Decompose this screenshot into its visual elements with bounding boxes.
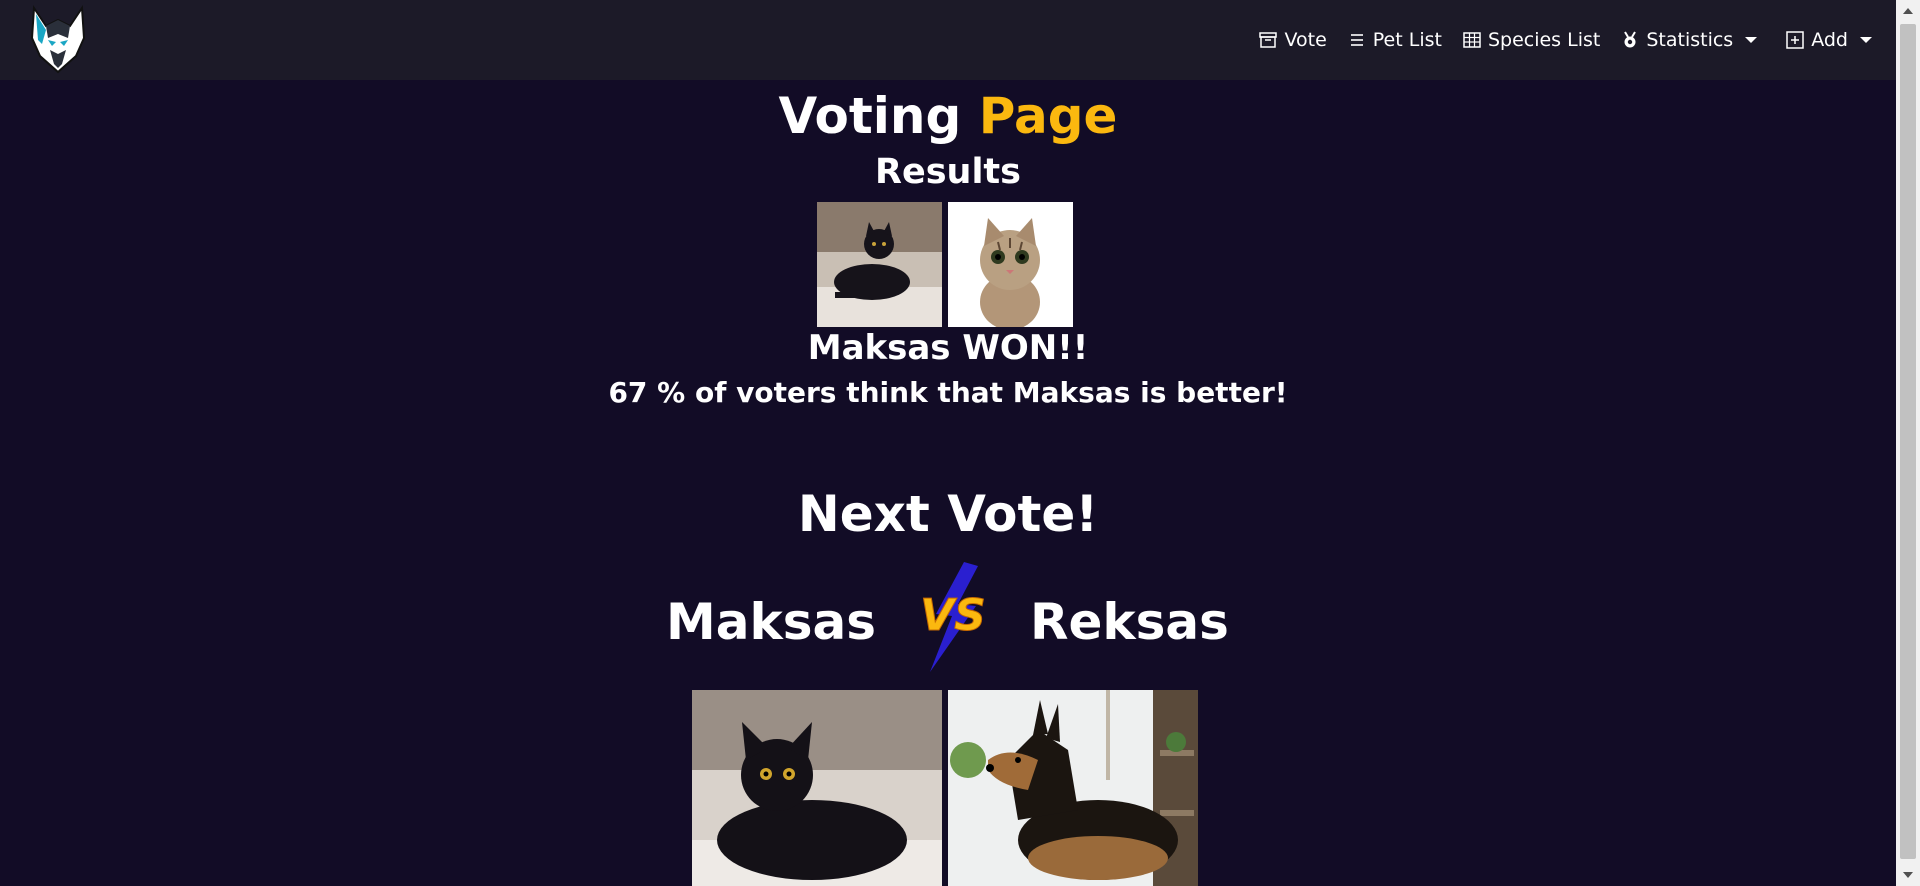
- vote-options: [692, 690, 1198, 886]
- chevron-down-icon: [1860, 37, 1872, 43]
- next-vote-heading: Next Vote!: [797, 485, 1099, 543]
- nav-statistics-label: Statistics: [1646, 29, 1734, 51]
- winner-text: Maksas WON!!: [807, 328, 1089, 368]
- tabby-cat-thumbnail: [948, 202, 1073, 327]
- nav-add-dropdown[interactable]: Add: [1785, 29, 1872, 51]
- nav-vote-label: Vote: [1284, 29, 1327, 51]
- nav-menu: Vote Pet List Species List Statistics Ad…: [1238, 0, 1872, 80]
- list-icon: [1350, 34, 1363, 46]
- nav-add-label: Add: [1811, 29, 1848, 51]
- navbar: Vote Pet List Species List Statistics Ad…: [0, 0, 1896, 80]
- matchup-row: Maksas VS Reksas: [0, 562, 1896, 672]
- page-title-accent: Page: [978, 87, 1118, 145]
- page-title-main: Voting: [778, 87, 962, 145]
- black-cat-thumbnail: [817, 202, 942, 327]
- results-images: [817, 202, 1073, 327]
- scroll-up-arrow-icon[interactable]: [1903, 8, 1913, 14]
- scroll-down-arrow-icon[interactable]: [1903, 872, 1913, 878]
- nav-vote[interactable]: Vote: [1258, 29, 1327, 51]
- results-heading: Results: [875, 152, 1021, 192]
- scrollbar-thumb[interactable]: [1900, 24, 1916, 859]
- award-icon: [1624, 31, 1637, 48]
- page-scrollbar[interactable]: [1896, 0, 1920, 886]
- page: Vote Pet List Species List Statistics Ad…: [0, 0, 1920, 886]
- versus-icon: VS: [920, 562, 986, 672]
- versus-text: VS: [920, 590, 986, 641]
- nav-species-list[interactable]: Species List: [1462, 29, 1600, 51]
- vote-option-reksas-image[interactable]: [948, 690, 1198, 886]
- vote-percentage-text: 67 % of voters think that Maksas is bett…: [608, 376, 1288, 409]
- nav-species-list-label: Species List: [1487, 29, 1601, 51]
- nav-pet-list-label: Pet List: [1372, 29, 1442, 51]
- archive-icon: [1259, 32, 1278, 48]
- vote-option-maksas-image[interactable]: [692, 690, 942, 886]
- wolf-logo-icon[interactable]: [26, 4, 90, 76]
- plus-square-icon: [1786, 31, 1804, 49]
- table-icon: [1463, 32, 1481, 48]
- nav-pet-list[interactable]: Pet List: [1347, 29, 1442, 51]
- nav-statistics-dropdown[interactable]: Statistics: [1620, 29, 1758, 51]
- left-contender-name: Maksas: [665, 593, 876, 651]
- page-title: Voting Page: [0, 84, 1896, 148]
- chevron-down-icon: [1745, 37, 1758, 43]
- right-contender-name: Reksas: [1030, 593, 1229, 651]
